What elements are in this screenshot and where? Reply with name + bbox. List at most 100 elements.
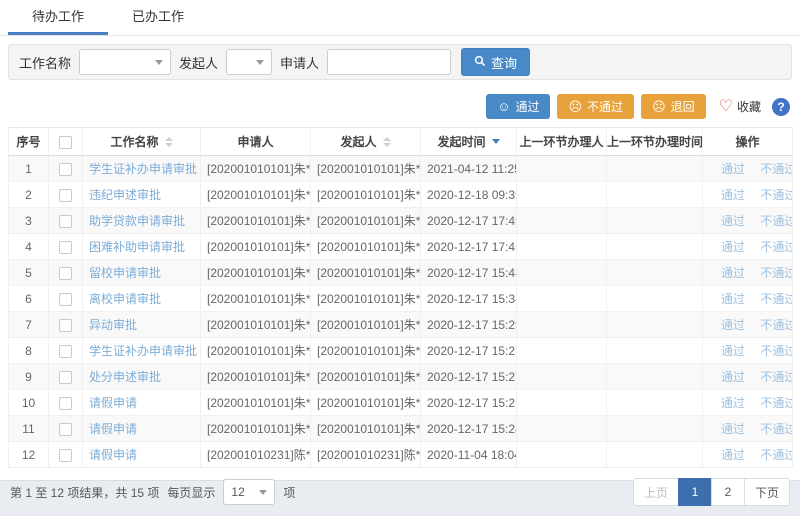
prev-handler-cell (517, 260, 607, 286)
work-name-link[interactable]: 违纪申述审批 (89, 188, 161, 202)
work-name-link[interactable]: 请假申请 (89, 448, 137, 462)
row-index: 1 (9, 156, 49, 182)
sort-desc-icon[interactable] (492, 139, 500, 144)
row-fail-link[interactable]: 不通过 (760, 188, 792, 202)
help-icon[interactable]: ? (772, 98, 790, 116)
row-fail-link[interactable]: 不通过 (760, 370, 792, 384)
prev-page-button[interactable]: 上页 (633, 478, 679, 506)
initiator-select[interactable] (226, 49, 272, 75)
row-checkbox[interactable] (59, 267, 72, 280)
row-pass-link[interactable]: 通过 (721, 162, 745, 176)
heart-icon: ♡ (719, 99, 733, 115)
row-checkbox[interactable] (59, 449, 72, 462)
row-pass-link[interactable]: 通过 (721, 448, 745, 462)
tab-done-work[interactable]: 已办工作 (108, 0, 208, 35)
header-ops: 操作 (703, 128, 793, 156)
table-row: 6 离校申请审批 [202001010101]朱*德 [202001010101… (9, 286, 793, 312)
row-checkbox[interactable] (59, 241, 72, 254)
row-pass-link[interactable]: 通过 (721, 318, 745, 332)
favorite-label: 收藏 (737, 98, 761, 115)
row-fail-link[interactable]: 不通过 (760, 214, 792, 228)
row-checkbox[interactable] (59, 423, 72, 436)
sort-icon[interactable] (383, 137, 391, 147)
row-fail-link[interactable]: 不通过 (760, 422, 792, 436)
initiator-cell: [202001010101]朱*德 (311, 390, 421, 416)
work-name-link[interactable]: 请假申请 (89, 396, 137, 410)
work-name-link[interactable]: 异动审批 (89, 318, 137, 332)
row-fail-link[interactable]: 不通过 (760, 266, 792, 280)
bulk-fail-button[interactable]: ☹ 不通过 (557, 94, 634, 119)
row-fail-link[interactable]: 不通过 (760, 318, 792, 332)
prev-time-cell (607, 182, 703, 208)
applicant-input[interactable] (327, 49, 451, 75)
row-checkbox[interactable] (59, 293, 72, 306)
start-time-cell: 2020-12-17 15:34 (421, 286, 517, 312)
applicant-cell: [202001010101]朱*德 (201, 156, 311, 182)
bulk-return-button[interactable]: ☹ 退回 (641, 94, 706, 119)
work-name-link[interactable]: 学生证补办申请审批 (89, 344, 197, 358)
row-pass-link[interactable]: 通过 (721, 370, 745, 384)
row-pass-link[interactable]: 通过 (721, 214, 745, 228)
prev-handler-cell (517, 312, 607, 338)
applicant-cell: [202001010231]陈* (201, 442, 311, 468)
row-fail-link[interactable]: 不通过 (760, 292, 792, 306)
work-name-link[interactable]: 请假申请 (89, 422, 137, 436)
work-name-link[interactable]: 助学贷款申请审批 (89, 214, 185, 228)
applicant-cell: [202001010101]朱*德 (201, 260, 311, 286)
applicant-cell: [202001010101]朱*德 (201, 182, 311, 208)
row-pass-link[interactable]: 通过 (721, 396, 745, 410)
prev-handler-cell (517, 416, 607, 442)
next-page-button[interactable]: 下页 (744, 478, 790, 506)
prev-handler-cell (517, 338, 607, 364)
frown-face-icon: ☹ (652, 100, 666, 113)
tab-pending-work[interactable]: 待办工作 (8, 0, 108, 35)
page-button-2[interactable]: 2 (711, 478, 745, 506)
row-pass-link[interactable]: 通过 (721, 188, 745, 202)
work-name-link[interactable]: 困难补助申请审批 (89, 240, 185, 254)
row-fail-link[interactable]: 不通过 (760, 396, 792, 410)
row-fail-link[interactable]: 不通过 (760, 448, 792, 462)
sort-icon[interactable] (165, 137, 173, 147)
work-name-link[interactable]: 学生证补办申请审批 (89, 162, 197, 176)
row-pass-link[interactable]: 通过 (721, 422, 745, 436)
row-checkbox[interactable] (59, 371, 72, 384)
row-checkbox[interactable] (59, 319, 72, 332)
header-initiator[interactable]: 发起人 (311, 128, 421, 156)
row-pass-link[interactable]: 通过 (721, 266, 745, 280)
search-button[interactable]: 查询 (461, 48, 530, 76)
favorite-button[interactable]: ♡ 收藏 (719, 98, 761, 115)
bulk-pass-button[interactable]: ☺ 通过 (486, 94, 550, 119)
prev-time-cell (607, 286, 703, 312)
table-body: 1 学生证补办申请审批 [202001010101]朱*德 [202001010… (9, 156, 793, 468)
row-pass-link[interactable]: 通过 (721, 344, 745, 358)
tab-bar: 待办工作 已办工作 (0, 0, 800, 36)
row-checkbox[interactable] (59, 345, 72, 358)
row-checkbox[interactable] (59, 163, 72, 176)
start-time-cell: 2020-12-17 15:48 (421, 260, 517, 286)
row-fail-link[interactable]: 不通过 (760, 240, 792, 254)
header-work-name[interactable]: 工作名称 (83, 128, 201, 156)
page-button-1[interactable]: 1 (678, 478, 712, 506)
work-items-table: 序号 工作名称 申请人 发起人 发起时间 上一环节办理人 上一环节办理时间 操作 (8, 127, 793, 468)
row-checkbox[interactable] (59, 189, 72, 202)
header-start-time[interactable]: 发起时间 (421, 128, 517, 156)
prev-time-cell (607, 364, 703, 390)
select-all-checkbox[interactable] (59, 136, 72, 149)
header-applicant[interactable]: 申请人 (201, 128, 311, 156)
row-checkbox[interactable] (59, 397, 72, 410)
chevron-down-icon (155, 60, 163, 65)
row-fail-link[interactable]: 不通过 (760, 344, 792, 358)
page-size-select[interactable]: 12 (223, 479, 275, 505)
work-name-link[interactable]: 离校申请审批 (89, 292, 161, 306)
row-fail-link[interactable]: 不通过 (760, 162, 792, 176)
work-name-link[interactable]: 留校申请审批 (89, 266, 161, 280)
prev-handler-cell (517, 234, 607, 260)
start-time-cell: 2020-12-17 15:25 (421, 390, 517, 416)
row-index: 2 (9, 182, 49, 208)
prev-handler-cell (517, 286, 607, 312)
row-pass-link[interactable]: 通过 (721, 240, 745, 254)
row-checkbox[interactable] (59, 215, 72, 228)
row-pass-link[interactable]: 通过 (721, 292, 745, 306)
work-name-link[interactable]: 处分申述审批 (89, 370, 161, 384)
work-name-select[interactable] (79, 49, 171, 75)
